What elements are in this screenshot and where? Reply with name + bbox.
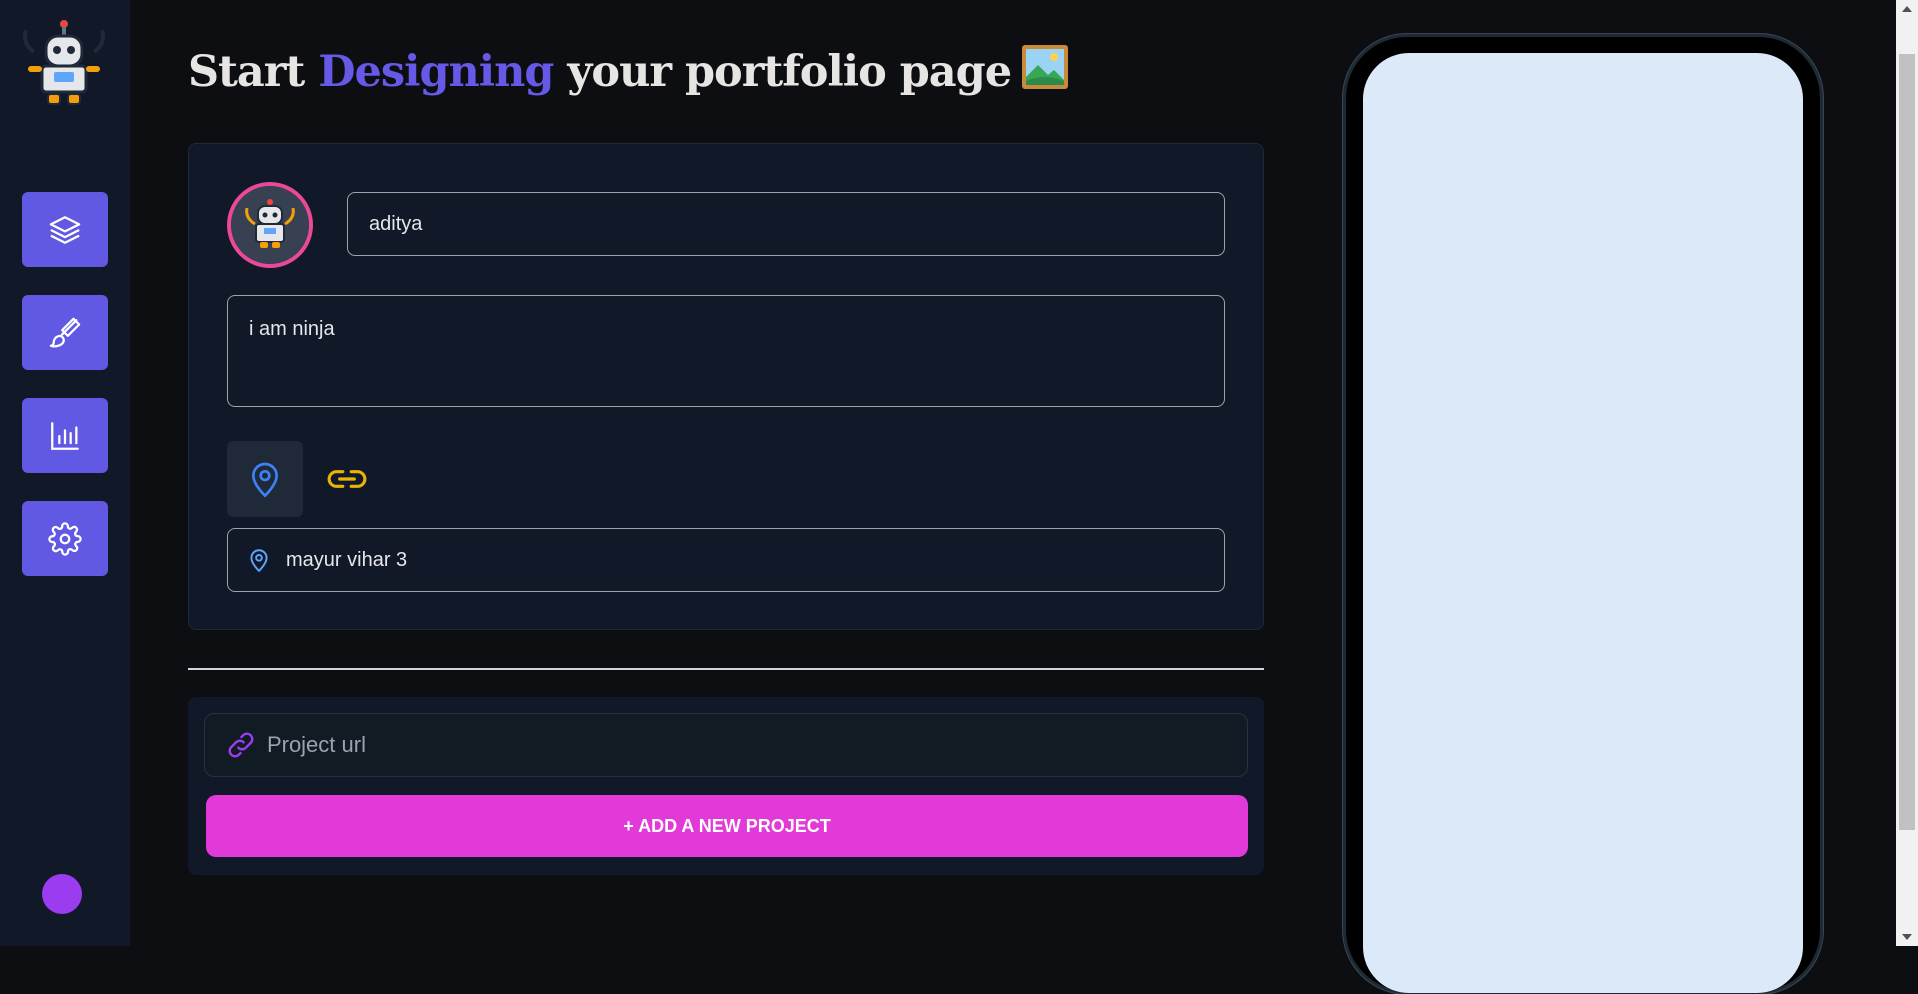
user-avatar-button[interactable] [42,874,82,914]
scroll-up-arrow-icon[interactable] [1902,6,1912,12]
brush-icon [49,317,81,347]
location-field[interactable] [227,528,1225,592]
map-pin-icon [251,462,279,498]
robot-avatar-icon [231,186,309,264]
page-title: Start Designing your portfolio page [188,44,1069,97]
sidebar-item-layers[interactable] [22,192,108,267]
scroll-thumb[interactable] [1899,54,1915,830]
gear-icon [48,521,82,556]
sidebar [0,0,130,946]
phone-preview-frame [1343,34,1823,994]
phone-preview-screen [1363,53,1803,993]
name-input[interactable] [347,192,1225,256]
scrollbar[interactable] [1896,0,1918,946]
layers-icon [49,215,81,244]
link-icon [228,732,254,758]
sidebar-item-settings[interactable] [22,501,108,576]
avatar[interactable] [227,182,313,268]
framed-picture-icon [1021,44,1069,90]
map-pin-icon [250,549,268,573]
sidebar-item-design[interactable] [22,295,108,370]
add-project-button[interactable]: + ADD A NEW PROJECT [206,795,1248,857]
scroll-down-arrow-icon[interactable] [1902,934,1912,940]
title-part-2: your portfolio page [553,47,1012,97]
project-url-input[interactable] [264,731,1227,759]
divider [188,668,1264,670]
link-tab-button[interactable] [309,441,385,517]
bar-chart-icon [51,421,79,450]
robot-logo-icon [20,18,108,108]
bio-textarea[interactable]: i am ninja [227,295,1225,407]
profile-card: i am ninja [188,143,1264,630]
location-tab-button[interactable] [227,441,303,517]
title-accent: Designing [318,47,554,97]
link-icon [327,470,367,488]
title-part-1: Start [188,47,319,97]
sidebar-item-analytics[interactable] [22,398,108,473]
project-url-field[interactable] [204,713,1248,777]
location-input[interactable] [284,547,1188,573]
project-section: + ADD A NEW PROJECT [188,697,1264,875]
